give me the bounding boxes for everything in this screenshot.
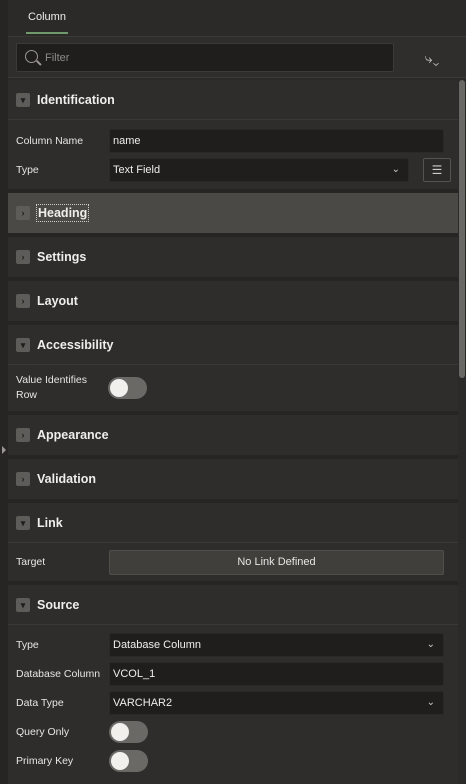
section-title: Link	[37, 515, 63, 530]
chevron-down-icon: ⌄	[426, 639, 435, 650]
database-column-label: Database Column	[16, 667, 101, 680]
goto-group-icon: ⤷⌄	[424, 50, 440, 66]
column-name-field[interactable]: name	[109, 129, 444, 153]
chevron-down-icon: ⌄	[426, 697, 435, 708]
goto-group-button[interactable]: ⤷⌄	[414, 45, 450, 71]
collapse-icon[interactable]: ▾	[16, 92, 30, 107]
section-appearance: › Appearance	[8, 415, 458, 459]
primary-key-toggle[interactable]	[109, 750, 148, 772]
section-source: ▾ Source Type Database Column ⌄ Database…	[8, 585, 458, 784]
chevron-down-icon: ⌄	[391, 164, 400, 175]
filter-field[interactable]	[16, 43, 394, 72]
section-header-source[interactable]: ▾ Source	[8, 585, 458, 625]
section-header-heading[interactable]: › Heading	[8, 193, 458, 233]
section-settings: › Settings	[8, 237, 458, 281]
expand-icon[interactable]: ›	[16, 250, 30, 264]
section-title: Source	[37, 597, 80, 612]
section-heading: › Heading	[8, 193, 458, 237]
collapse-icon[interactable]: ▾	[16, 337, 30, 352]
data-type-label: Data Type	[16, 696, 64, 709]
list-icon: ☰	[431, 163, 443, 177]
expand-icon[interactable]: ›	[16, 428, 30, 442]
collapse-icon[interactable]: ▾	[16, 597, 30, 612]
type-select-value: Text Field	[113, 164, 161, 176]
scrollbar-thumb[interactable]	[459, 80, 465, 378]
source-type-select[interactable]: Database Column ⌄	[109, 633, 444, 657]
left-splitter[interactable]	[0, 0, 8, 784]
tab-column[interactable]: Column	[26, 0, 68, 36]
section-title: Validation	[37, 472, 97, 486]
link-target-button[interactable]: No Link Defined	[109, 549, 444, 575]
property-editor: ▾ Identification Column Name name Type T…	[8, 80, 458, 784]
expand-arrow-icon[interactable]	[2, 446, 6, 454]
section-title: Layout	[37, 294, 78, 308]
type-select[interactable]: Text Field ⌄	[109, 158, 409, 182]
column-name-label: Column Name	[16, 134, 84, 147]
query-only-toggle[interactable]	[109, 721, 148, 743]
source-type-label: Type	[16, 638, 39, 651]
section-header-appearance[interactable]: › Appearance	[8, 415, 458, 455]
query-only-label: Query Only	[16, 725, 70, 738]
section-title: Heading	[35, 204, 90, 222]
section-identification: ▾ Identification Column Name name Type T…	[8, 80, 458, 193]
value-identifies-row-toggle[interactable]	[108, 377, 147, 399]
filter-toolbar: ⤷⌄	[8, 36, 466, 78]
section-title: Appearance	[37, 428, 109, 442]
section-link: ▾ Link Target No Link Defined	[8, 503, 458, 585]
expand-icon[interactable]: ›	[16, 472, 30, 486]
section-header-accessibility[interactable]: ▾ Accessibility	[8, 325, 458, 365]
collapse-icon[interactable]: ▾	[16, 515, 30, 530]
section-accessibility: ▾ Accessibility Value Identifies Row	[8, 325, 458, 415]
database-column-field[interactable]: VCOL_1	[109, 662, 444, 686]
section-title: Identification	[37, 92, 115, 107]
search-icon	[25, 50, 38, 63]
section-header-validation[interactable]: › Validation	[8, 459, 458, 499]
tab-bar: Column	[8, 0, 466, 36]
section-header-link[interactable]: ▾ Link	[8, 503, 458, 543]
section-layout: › Layout	[8, 281, 458, 325]
filter-input[interactable]	[45, 44, 385, 71]
data-type-select[interactable]: VARCHAR2 ⌄	[109, 691, 444, 715]
section-title: Accessibility	[37, 337, 114, 352]
target-label: Target	[16, 555, 46, 568]
type-label: Type	[16, 163, 39, 176]
data-type-value: VARCHAR2	[113, 697, 173, 709]
list-button[interactable]: ☰	[423, 158, 451, 182]
value-identifies-row-label: Value Identifies Row	[16, 374, 88, 401]
expand-icon[interactable]: ›	[16, 294, 30, 308]
section-header-layout[interactable]: › Layout	[8, 281, 458, 321]
expand-icon[interactable]: ›	[16, 206, 30, 220]
primary-key-label: Primary Key	[16, 754, 74, 767]
section-header-settings[interactable]: › Settings	[8, 237, 458, 277]
source-type-value: Database Column	[113, 639, 202, 651]
section-validation: › Validation	[8, 459, 458, 503]
section-header-identification[interactable]: ▾ Identification	[8, 80, 458, 120]
section-title: Settings	[37, 250, 87, 264]
